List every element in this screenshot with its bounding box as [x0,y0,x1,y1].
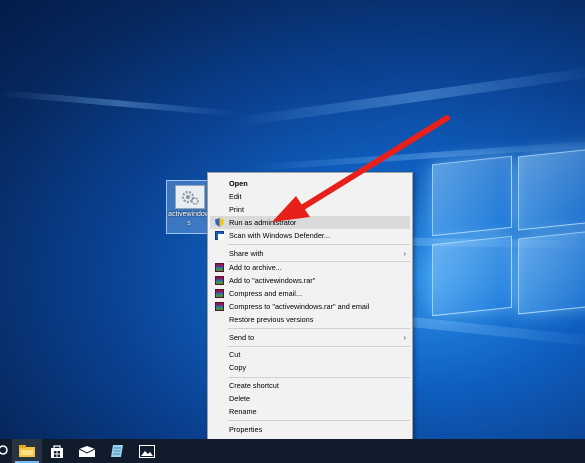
notes-icon[interactable] [102,439,132,463]
mail-icon[interactable] [72,439,102,463]
taskbar [0,439,585,463]
file-explorer-icon[interactable] [12,439,42,463]
photos-icon[interactable] [132,439,162,463]
arrow-head [272,196,310,222]
store-icon[interactable] [42,439,72,463]
annotation-arrow [272,115,450,222]
arrow-shaft [297,115,450,212]
